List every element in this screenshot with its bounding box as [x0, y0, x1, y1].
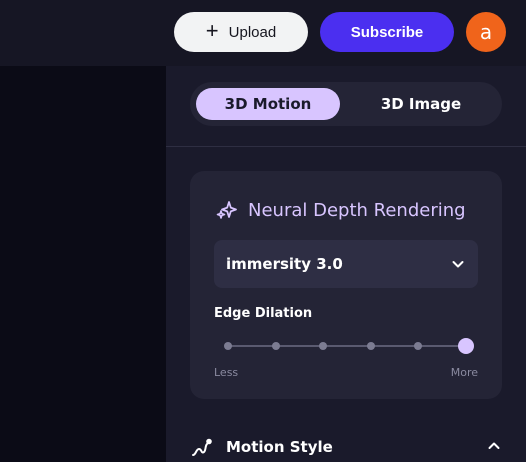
preview-canvas — [0, 66, 166, 462]
chevron-down-icon — [452, 261, 464, 268]
model-select[interactable]: immersity 3.0 — [214, 240, 478, 288]
slider-min-label: Less — [214, 366, 239, 379]
slider-track — [228, 345, 466, 347]
slider-thumb[interactable] — [458, 338, 474, 354]
tab-3d-motion-label: 3D Motion — [224, 95, 312, 113]
mode-tabs: 3D Motion 3D Image — [190, 82, 502, 126]
avatar-letter: a — [479, 20, 493, 44]
upload-button[interactable]: + Upload — [174, 12, 308, 52]
top-bar: + Upload Subscribe a — [0, 0, 526, 66]
motion-style-header[interactable]: Motion Style — [190, 432, 502, 462]
slider-step-dot[interactable] — [366, 342, 375, 350]
tab-3d-image-label: 3D Image — [380, 95, 462, 113]
panel-divider — [166, 146, 526, 147]
slider-step-dot[interactable] — [224, 342, 232, 350]
settings-panel: 3D Motion 3D Image Neural Depth Renderin… — [166, 66, 526, 462]
edge-dilation-label: Edge Dilation — [214, 306, 313, 321]
avatar[interactable]: a — [466, 12, 506, 52]
upload-label: Upload — [228, 23, 277, 41]
slider-step-dot[interactable] — [414, 342, 423, 350]
card-title: Neural Depth Rendering — [248, 199, 466, 221]
neural-depth-card: Neural Depth Rendering immersity 3.0 Edg… — [190, 171, 502, 399]
subscribe-button[interactable]: Subscribe — [320, 12, 454, 52]
sparkles-icon — [216, 201, 237, 219]
card-header: Neural Depth Rendering — [214, 195, 466, 225]
chevron-up-icon[interactable] — [486, 438, 502, 454]
tab-3d-motion[interactable]: 3D Motion — [196, 88, 340, 120]
plus-icon: + — [205, 18, 219, 43]
motion-style-title: Motion Style — [226, 438, 333, 456]
app-root: + Upload Subscribe a 3D Motion 3D Image — [0, 0, 526, 462]
slider-step-dot[interactable] — [319, 342, 328, 350]
subscribe-label: Subscribe — [350, 23, 424, 41]
tab-3d-image[interactable]: 3D Image — [346, 88, 496, 120]
slider-max-label: More — [450, 366, 478, 379]
model-select-value: immersity 3.0 — [226, 255, 343, 273]
slider-step-dot[interactable] — [271, 342, 280, 350]
edge-dilation-slider[interactable] — [224, 335, 474, 357]
motion-path-icon — [192, 438, 212, 456]
